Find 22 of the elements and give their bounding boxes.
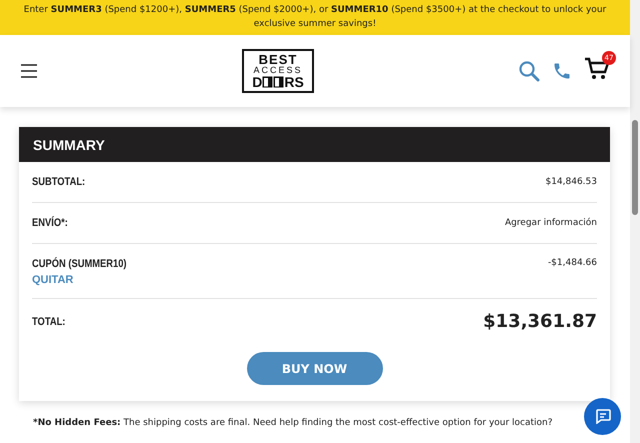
- chat-button[interactable]: [584, 398, 621, 435]
- phone-icon[interactable]: [552, 61, 572, 81]
- summary-title: SUMMARY: [33, 136, 105, 152]
- discount-value: -$1,484.66: [548, 258, 597, 268]
- search-icon[interactable]: [518, 60, 540, 82]
- remove-coupon-link[interactable]: QUITAR: [32, 274, 74, 286]
- scrollbar-thumb[interactable]: [632, 120, 638, 215]
- menu-icon[interactable]: [20, 64, 38, 78]
- door-icon: [262, 76, 274, 88]
- total-label: TOTAL:: [32, 316, 66, 328]
- shipping-note: *No Hidden Fees: The shipping costs are final. Need help finding the most cost-effective option for your location?: [33, 418, 553, 428]
- coupon-label: CUPÓN (SUMMER10): [32, 258, 127, 270]
- door-icon: [273, 76, 284, 88]
- promo-text: Enter SUMMER3 (Spend $1200+), SUMMER5 (Spend $2000+), or SUMMER10 (Spend $3500+) at the checkout to unlock your exclusive summer savings!: [24, 5, 606, 29]
- chat-icon: [594, 409, 610, 424]
- row-label: SUBTOTAL:: [32, 176, 86, 188]
- row-value: Agregar información: [504, 218, 597, 228]
- buy-now-button[interactable]: BUY NOW: [246, 352, 382, 385]
- logo[interactable]: BEST ACCESS D RS: [242, 49, 314, 93]
- row-label: ENVÍO*:: [32, 217, 68, 229]
- total-value: $13,361.87: [483, 311, 597, 332]
- row-value: $14,846.53: [545, 177, 597, 187]
